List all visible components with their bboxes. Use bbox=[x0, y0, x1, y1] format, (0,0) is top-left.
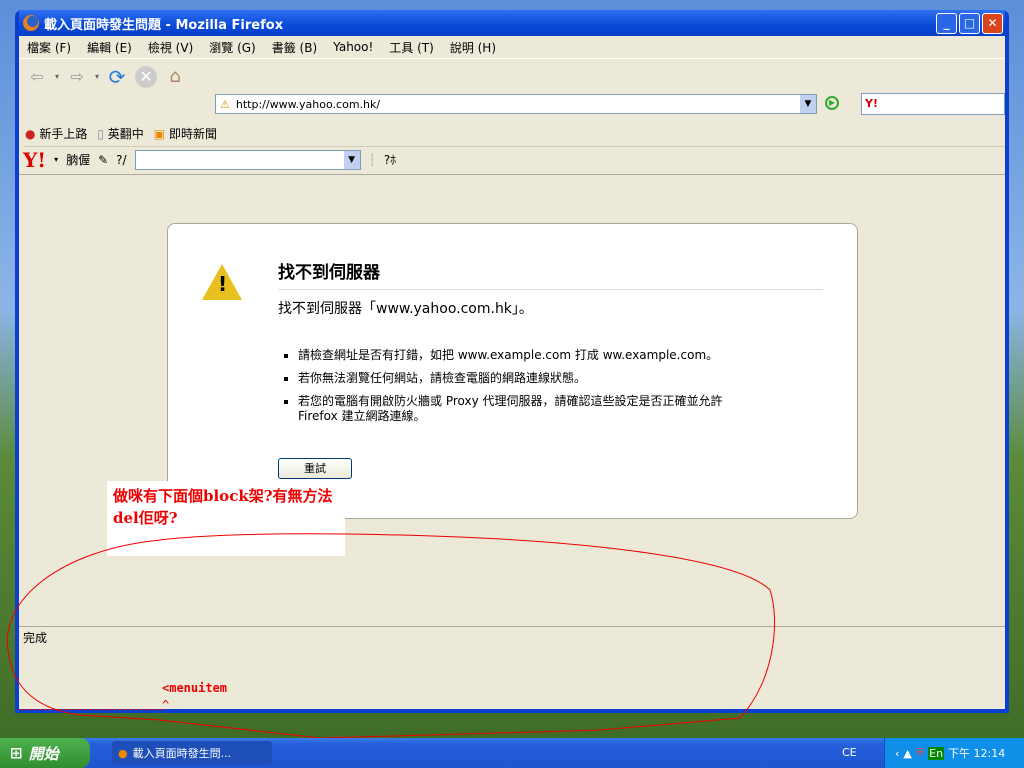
ime-indicator[interactable]: En bbox=[928, 746, 945, 760]
taskbar: ⊞ 開始 ● 載入頁面時發生問... ‹ ▲ ⛨ En 下午 12:14 bbox=[0, 738, 1024, 768]
security-shield-icon[interactable]: ⛨ bbox=[916, 746, 924, 760]
windows-logo-icon: ⊞ bbox=[10, 744, 23, 762]
language-indicator[interactable]: CE bbox=[842, 746, 857, 759]
system-tray: ‹ ▲ ⛨ En 下午 12:14 bbox=[884, 738, 1024, 768]
taskbar-item-firefox[interactable]: ● 載入頁面時發生問... bbox=[112, 741, 272, 765]
annotation-red-ellipse bbox=[6, 533, 775, 739]
start-button[interactable]: ⊞ 開始 bbox=[0, 738, 90, 768]
network-icon[interactable]: ▲ bbox=[903, 747, 911, 760]
firefox-icon: ● bbox=[118, 746, 128, 760]
tray-expand-icon[interactable]: ‹ bbox=[895, 747, 899, 760]
clock[interactable]: 下午 12:14 bbox=[948, 745, 1005, 761]
